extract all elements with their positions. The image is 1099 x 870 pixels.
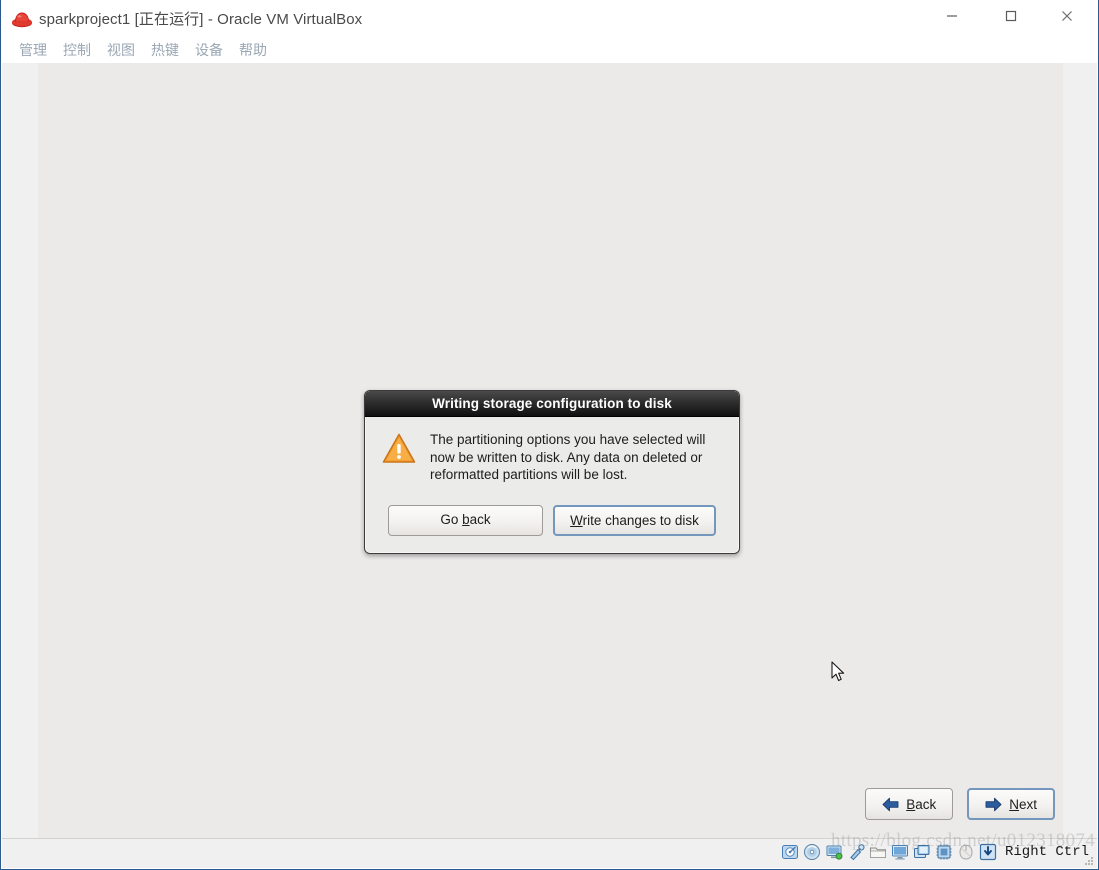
back-label: ack — [915, 796, 937, 812]
optical-disk-icon[interactable] — [803, 843, 821, 861]
write-changes-button[interactable]: Write changes to disk — [553, 504, 716, 536]
maximize-icon — [1005, 10, 1016, 22]
go-back-button[interactable]: Go back — [388, 504, 543, 536]
go-back-label-post: ack — [469, 511, 491, 527]
back-accel: B — [906, 796, 916, 812]
window-title: sparkproject1 [正在运行] - Oracle VM Virtual… — [39, 11, 363, 28]
menu-devices[interactable]: 设备 — [187, 38, 231, 63]
next-label: ext — [1018, 796, 1037, 812]
arrow-right-icon — [985, 797, 1002, 811]
redhat-logo-icon — [12, 12, 32, 28]
resize-grip-icon[interactable] — [1084, 856, 1094, 866]
host-key-icon[interactable] — [979, 843, 997, 861]
next-button[interactable]: Next — [967, 788, 1055, 820]
shared-folder-icon[interactable] — [869, 843, 887, 861]
dialog-body: The partitioning options you have select… — [365, 417, 739, 553]
write-changes-label-post: rite changes to disk — [582, 512, 699, 528]
minimize-icon — [946, 15, 957, 17]
writing-storage-configuration-dialog: Writing storage configuration to disk Th… — [364, 390, 740, 554]
hard-disk-icon[interactable] — [781, 843, 799, 861]
mouse-icon[interactable] — [957, 843, 975, 861]
virtualbox-vm-window: sparkproject1 [正在运行] - Oracle VM Virtual… — [0, 0, 1099, 870]
video-capture-icon[interactable] — [913, 843, 931, 861]
menu-manage[interactable]: 管理 — [11, 38, 55, 63]
host-statusbar: https://blog.csdn.net/u012318074 Right C… — [2, 830, 1097, 868]
dialog-message: The partitioning options you have select… — [430, 432, 706, 482]
go-back-accel: b — [462, 511, 470, 527]
dialog-titlebar: Writing storage configuration to disk — [365, 391, 739, 417]
host-key-label: Right Ctrl — [1004, 844, 1089, 860]
close-button[interactable] — [1043, 0, 1090, 32]
network-icon[interactable] — [825, 843, 843, 861]
maximize-button[interactable] — [987, 0, 1034, 32]
next-accel: N — [1009, 796, 1019, 812]
installer-nav-buttons: Back Next — [865, 788, 1055, 820]
menu-control[interactable]: 控制 — [55, 38, 99, 63]
dialog-button-row: Go back Write changes to disk — [382, 504, 722, 536]
minimize-button[interactable] — [928, 0, 975, 32]
host-titlebar: sparkproject1 [正在运行] - Oracle VM Virtual… — [1, 0, 1098, 38]
host-menubar: 管理 控制 视图 热键 设备 帮助 — [1, 38, 1098, 63]
arrow-left-icon — [882, 797, 899, 811]
cpu-icon[interactable] — [935, 843, 953, 861]
status-icon-tray: Right Ctrl — [781, 843, 1089, 861]
close-icon — [1061, 11, 1072, 21]
guest-screen[interactable]: Writing storage configuration to disk Th… — [38, 63, 1063, 838]
go-back-label-pre: Go — [440, 511, 463, 527]
mouse-cursor — [831, 661, 845, 682]
dialog-title: Writing storage configuration to disk — [432, 396, 672, 411]
write-changes-accel: W — [570, 512, 583, 528]
back-button[interactable]: Back — [865, 788, 954, 820]
usb-icon[interactable] — [847, 843, 865, 861]
menu-help[interactable]: 帮助 — [231, 38, 275, 63]
menu-hotkey[interactable]: 热键 — [143, 38, 187, 63]
vm-display-letterbox: Writing storage configuration to disk Th… — [2, 63, 1097, 838]
menu-view[interactable]: 视图 — [99, 38, 143, 63]
display-icon[interactable] — [891, 843, 909, 861]
warning-triangle-icon — [382, 433, 416, 463]
